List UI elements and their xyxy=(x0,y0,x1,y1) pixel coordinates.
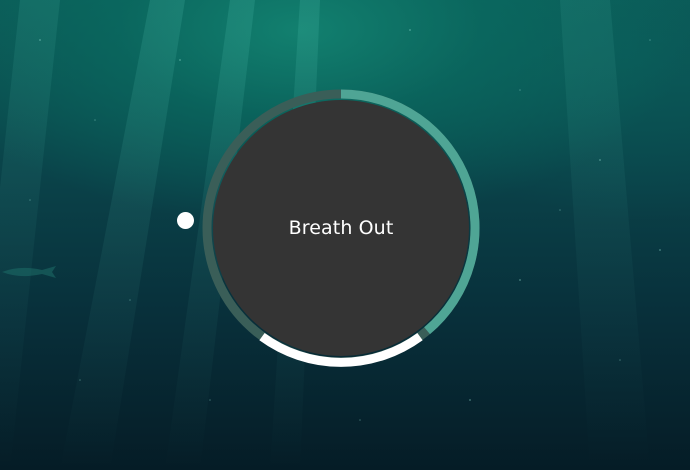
underwater-background: Breath Out xyxy=(0,0,690,470)
breath-indicator-dot xyxy=(177,212,194,229)
breath-phase-label: Breath Out xyxy=(288,217,394,239)
breathing-disc: Breath Out xyxy=(213,100,469,356)
